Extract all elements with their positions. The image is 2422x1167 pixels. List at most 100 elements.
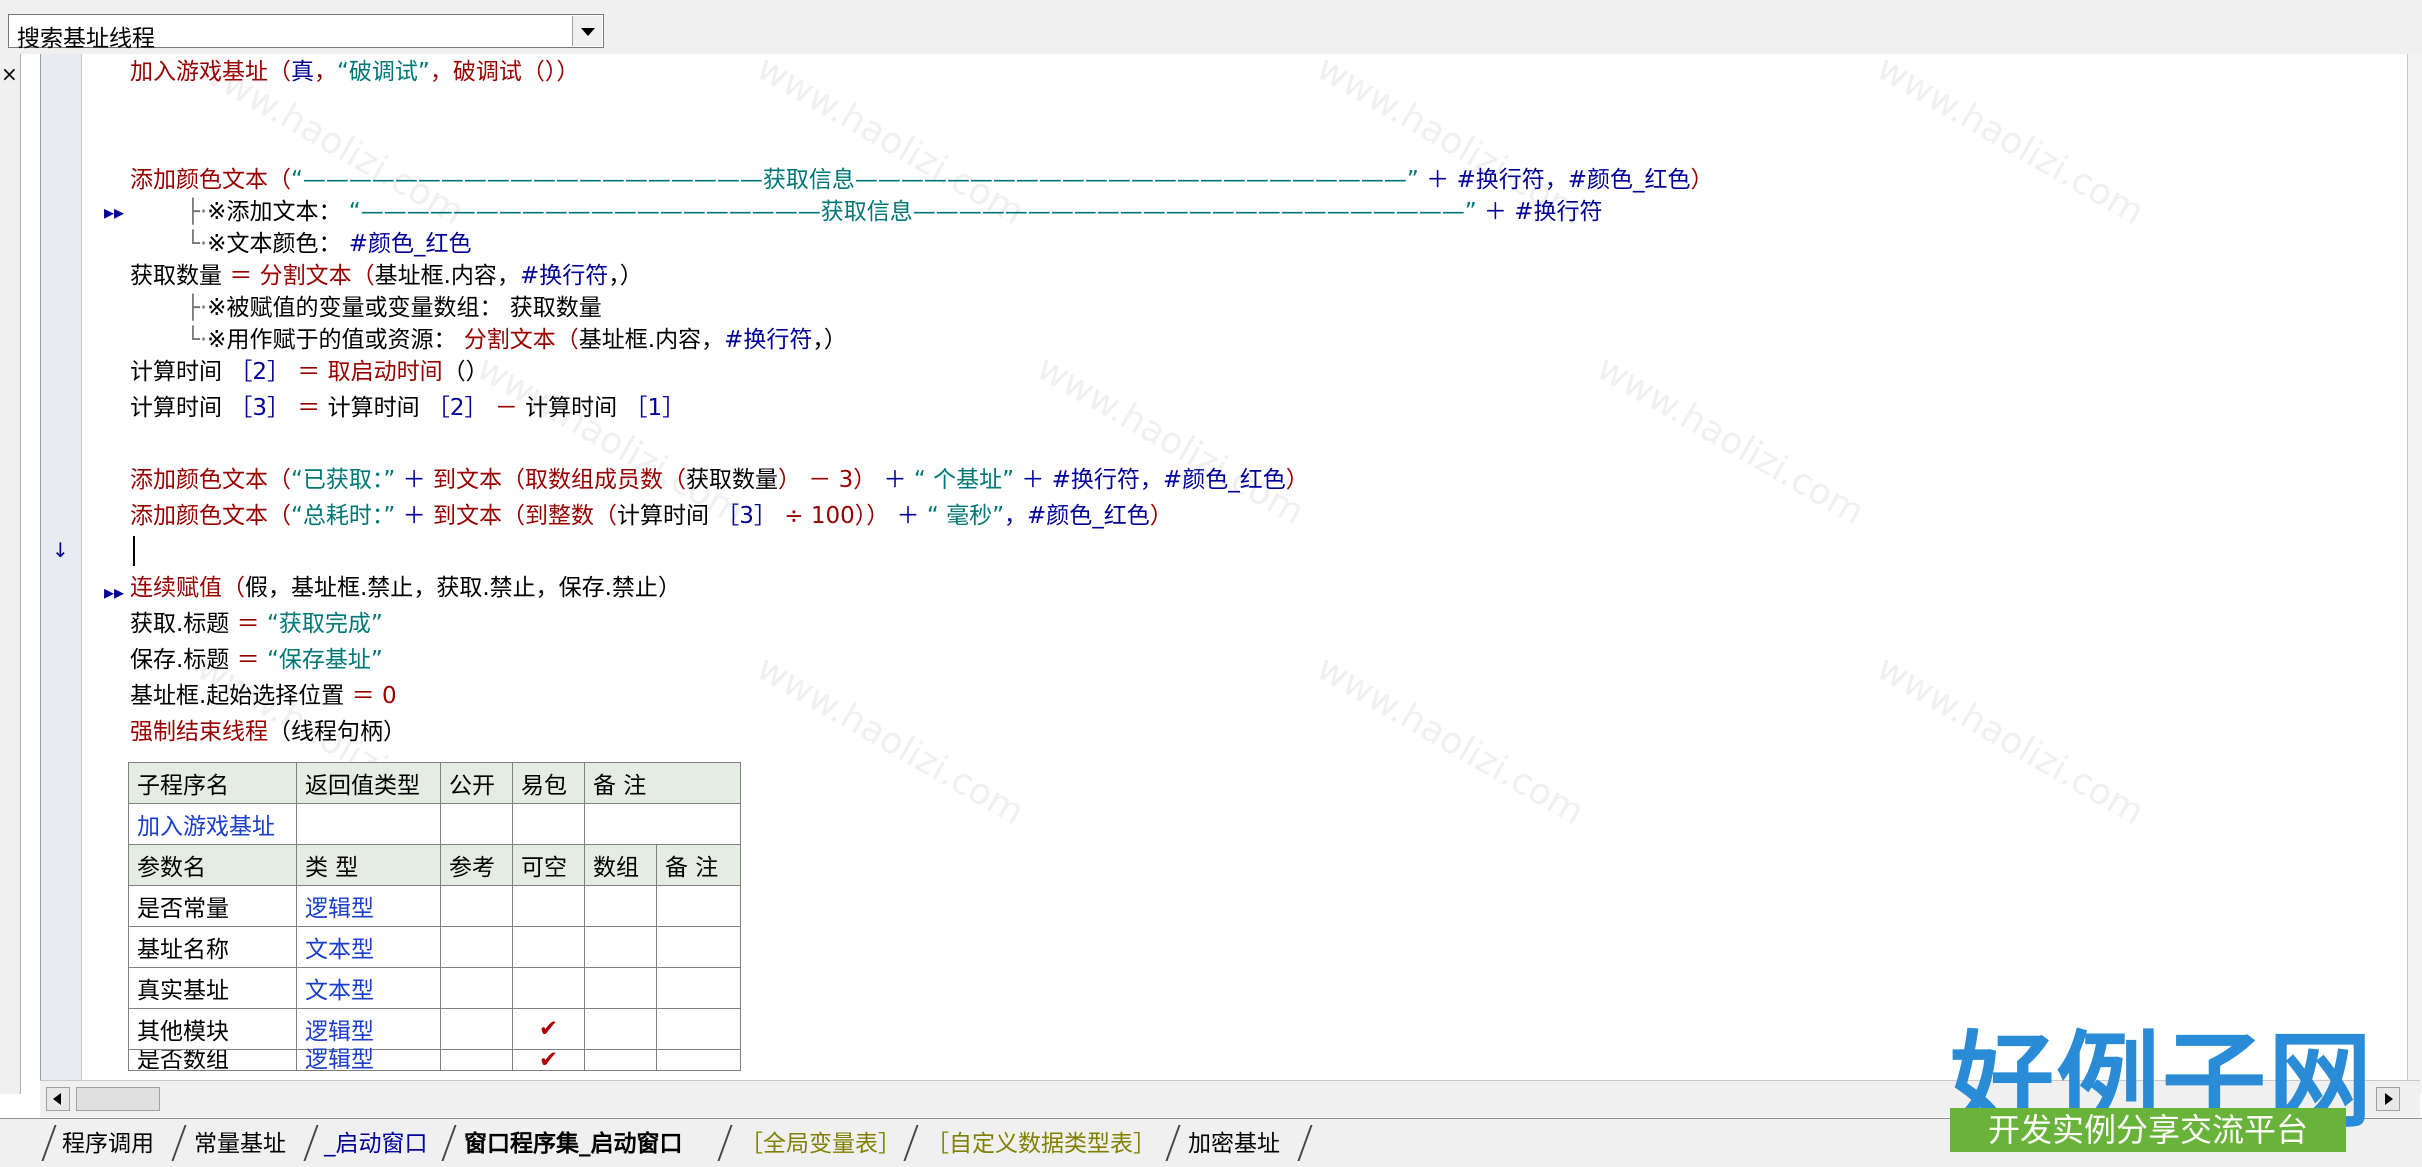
tab-custom-types[interactable]: ［自定义数据类型表］: [926, 1127, 1156, 1161]
nullable-cell[interactable]: [512, 967, 585, 1009]
table-row[interactable]: 是否数组 逻辑型 ✔: [128, 1049, 741, 1072]
table-cell[interactable]: [440, 967, 513, 1009]
code-line[interactable]: 计算时间 ［3］ ＝ 计算时间 ［2］ － 计算时间 ［1］: [130, 392, 685, 424]
code-line[interactable]: ├·※被赋值的变量或变量数组： 获取数量: [186, 292, 602, 324]
table-cell[interactable]: [656, 1049, 741, 1071]
left-panel-strip: ×: [0, 54, 21, 1094]
code-line[interactable]: 添加颜色文本（“已获取：” ＋ 到文本（取数组成员数（获取数量） － 3） ＋ …: [130, 464, 1309, 496]
table-row[interactable]: 基址名称 文本型: [128, 926, 741, 968]
arg: 基址框.内容: [578, 327, 702, 353]
func-name: 连续赋值: [130, 575, 222, 601]
table-cell[interactable]: [656, 885, 741, 927]
nullable-check-icon[interactable]: ✔: [512, 1049, 585, 1072]
code-line[interactable]: 获取.标题 ＝ “获取完成”: [130, 608, 383, 640]
comma: ，: [314, 59, 337, 85]
subroutine-name-cell[interactable]: 加入游戏基址: [128, 803, 297, 845]
operator: ＝: [351, 683, 375, 709]
code-line[interactable]: 强制结束线程（线程句柄）: [130, 716, 406, 748]
table-header-row: 子程序名 返回值类型 公开 易包 备 注: [128, 762, 741, 804]
table-cell[interactable]: [512, 803, 585, 845]
table-cell[interactable]: [440, 885, 513, 927]
arrow-down-icon[interactable]: ↓: [52, 538, 69, 562]
tab-global-vars[interactable]: ［全局变量表］: [740, 1127, 901, 1161]
param-name-cell[interactable]: 其他模块: [128, 1008, 297, 1050]
tab-startup-window[interactable]: _启动窗口: [324, 1127, 428, 1161]
code-line[interactable]: 获取数量 ＝ 分割文本（基址框.内容，#换行符，）: [130, 260, 643, 292]
param-type-cell[interactable]: 文本型: [296, 967, 441, 1009]
comma: ，: [535, 575, 559, 601]
table-cell[interactable]: [584, 967, 657, 1009]
table-cell[interactable]: [440, 1049, 513, 1071]
operator: ＋: [896, 503, 920, 529]
table-header: 公开: [440, 762, 513, 804]
table-cell[interactable]: [584, 803, 741, 845]
code-line[interactable]: 连续赋值（假，基址框.禁止，获取.禁止，保存.禁止）: [130, 572, 681, 604]
table-cell[interactable]: [656, 926, 741, 968]
close-icon[interactable]: ×: [1, 62, 18, 86]
code-line[interactable]: 保存.标题 ＝ “保存基址”: [130, 644, 383, 676]
string-literal: ————————————————————: [360, 199, 821, 225]
constant: #换行符: [519, 263, 609, 289]
subroutine-select-value: 搜索基址线程: [17, 26, 155, 52]
chevron-down-icon[interactable]: [572, 16, 602, 46]
subroutine-declaration-table[interactable]: 子程序名 返回值类型 公开 易包 备 注 加入游戏基址 参数名 类 型 参考 可…: [128, 762, 741, 1072]
tab-program-call[interactable]: 程序调用: [62, 1127, 154, 1161]
param-name-cell[interactable]: 基址名称: [128, 926, 297, 968]
table-row[interactable]: 真实基址 文本型: [128, 967, 741, 1009]
param-type-cell[interactable]: 逻辑型: [296, 1008, 441, 1050]
code-line[interactable]: 加入游戏基址（真，“破调试”，破调试（））: [130, 56, 579, 88]
table-cell[interactable]: [656, 1008, 741, 1050]
param-name-cell[interactable]: 是否数组: [128, 1049, 297, 1071]
variable: 基址框.起始选择位置: [130, 683, 345, 709]
tab-window-assembly[interactable]: 窗口程序集_启动窗口: [464, 1127, 683, 1161]
tab-encrypt-base[interactable]: 加密基址: [1188, 1127, 1280, 1161]
table-cell[interactable]: [440, 803, 513, 845]
param-name-cell[interactable]: 真实基址: [128, 967, 297, 1009]
operator: ＝: [229, 263, 253, 289]
nullable-cell[interactable]: [512, 885, 585, 927]
tab-divider: [717, 1125, 733, 1161]
func-name: 添加颜色文本: [130, 467, 268, 493]
table-cell[interactable]: [440, 926, 513, 968]
scroll-thumb[interactable]: [76, 1087, 160, 1111]
index: ［3］: [229, 395, 290, 421]
code-line[interactable]: ├·※添加文本： “————————————————————获取信息——————…: [186, 196, 1603, 228]
scroll-left-icon[interactable]: [46, 1087, 70, 1111]
expand-marker-icon[interactable]: ▸▸: [104, 580, 124, 604]
code-line[interactable]: └·※文本颜色： #颜色_红色: [186, 228, 472, 260]
table-cell[interactable]: [440, 1008, 513, 1050]
table-cell[interactable]: [584, 1008, 657, 1050]
param-type-cell[interactable]: 逻辑型: [296, 1049, 441, 1072]
operator: ÷: [784, 503, 804, 529]
subroutine-select[interactable]: 搜索基址线程: [8, 14, 604, 52]
nullable-cell[interactable]: [512, 926, 585, 968]
param-name-cell[interactable]: 是否常量: [128, 885, 297, 927]
table-cell[interactable]: [584, 926, 657, 968]
code-line[interactable]: 添加颜色文本（“————————————————————获取信息————————…: [130, 164, 1714, 196]
code-line[interactable]: 计算时间 ［2］ ＝ 取启动时间（）: [130, 356, 489, 388]
expand-marker-icon[interactable]: ▸▸: [104, 200, 124, 224]
paren: ）: [657, 575, 681, 601]
table-row[interactable]: 其他模块 逻辑型 ✔: [128, 1008, 741, 1050]
arg: 保存.禁止: [558, 575, 658, 601]
param-type-cell[interactable]: 逻辑型: [296, 885, 441, 927]
table-row[interactable]: 是否常量 逻辑型: [128, 885, 741, 927]
scroll-right-icon[interactable]: [2376, 1087, 2400, 1111]
param-type-cell[interactable]: 文本型: [296, 926, 441, 968]
table-cell[interactable]: [584, 1049, 657, 1071]
table-cell[interactable]: [584, 885, 657, 927]
code-line[interactable]: 基址框.起始选择位置 ＝ 0: [130, 680, 397, 712]
code-line[interactable]: └·※用作赋于的值或资源： 分割文本（基址框.内容，#换行符，）: [186, 324, 847, 356]
variable: 计算时间: [130, 395, 222, 421]
tab-constant-base[interactable]: 常量基址: [194, 1127, 286, 1161]
constant: #换行符: [1051, 467, 1140, 493]
table-cell[interactable]: [296, 803, 441, 845]
table-row[interactable]: 加入游戏基址: [128, 803, 741, 845]
variable: 保存.标题: [130, 647, 230, 673]
table-cell[interactable]: [656, 967, 741, 1009]
code-line[interactable]: 添加颜色文本（“总耗时：” ＋ 到文本（到整数（计算时间 ［3］ ÷ 100））…: [130, 500, 1173, 532]
nullable-check-icon[interactable]: ✔: [512, 1008, 585, 1050]
variable: 获取数量: [685, 467, 778, 493]
paren: （: [501, 503, 525, 529]
vertical-scrollbar[interactable]: [2407, 54, 2422, 1094]
